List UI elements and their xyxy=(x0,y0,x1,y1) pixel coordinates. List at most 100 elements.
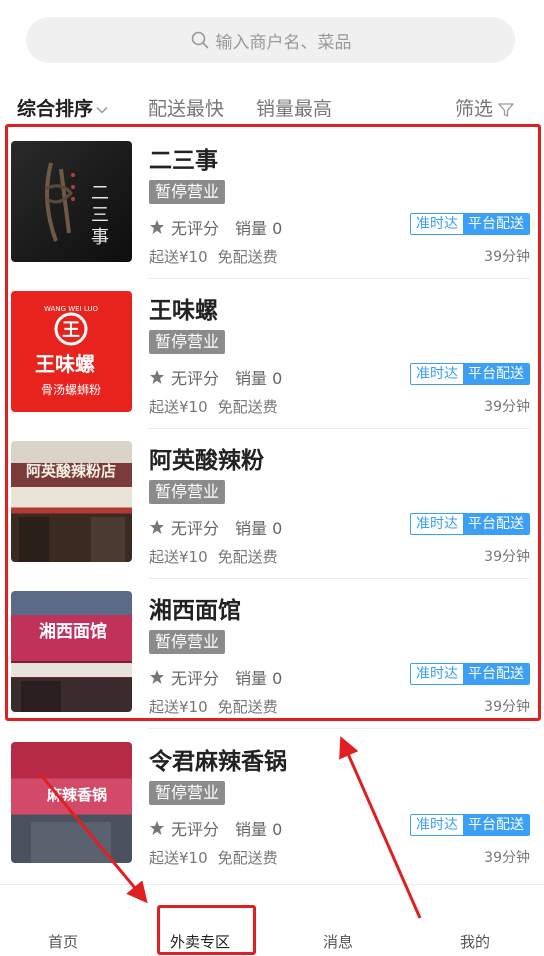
shop-logo-image: 阿英酸辣粉店 xyxy=(11,462,132,562)
fee-row: 起送¥10 免配送费 xyxy=(149,847,278,868)
star-icon xyxy=(150,520,164,534)
shop-logo-image: 麻辣香锅 xyxy=(31,786,111,863)
logo-top-text: WANG WEI LUO xyxy=(44,305,99,313)
divider xyxy=(148,728,530,729)
storefront-sign-text: 阿英酸辣粉店 xyxy=(26,462,116,480)
nav-messages[interactable]: 消息 xyxy=(323,931,353,952)
shop-name: 王味螺 xyxy=(149,298,218,324)
chevron-down-icon xyxy=(96,106,108,114)
rating-row: 无评分 销量 0 xyxy=(149,816,282,840)
delivery-tags: 准时达 平台配送 xyxy=(410,513,530,535)
nav-takeout[interactable]: 外卖专区 xyxy=(170,931,230,952)
sort-dropdown[interactable]: 综合排序 xyxy=(17,92,109,126)
search-bar[interactable]: 输入商户名、菜品 xyxy=(26,17,515,63)
platform-delivery-tag: 平台配送 xyxy=(463,514,529,534)
filter-bar: 综合排序 配送最快 销量最高 筛选 xyxy=(0,92,544,126)
shop-logo-image: 湘西面馆 xyxy=(11,621,132,712)
delivery-fee: 免配送费 xyxy=(217,698,278,716)
rating-text: 无评分 xyxy=(171,669,220,688)
platform-delivery-tag: 平台配送 xyxy=(463,815,529,835)
fee-row: 起送¥10 免配送费 xyxy=(149,546,278,567)
shop-card[interactable]: 湘西面馆 湘西面馆 暂停营业 无评分 销量 0 准时达 平台配送 起送¥10 免配… xyxy=(0,579,544,729)
shop-name: 令君麻辣香锅 xyxy=(149,749,287,775)
shop-logo-image: WANG WEI LUO 王 王味螺 骨汤螺蛳粉 xyxy=(35,305,101,397)
status-badge: 暂停营业 xyxy=(149,630,226,654)
delivery-eta: 39分钟 xyxy=(484,549,530,565)
delivery-tags: 准时达 平台配送 xyxy=(410,814,530,836)
shop-thumbnail: 二 三 事 xyxy=(11,141,132,262)
shop-name: 湘西面馆 xyxy=(149,598,241,624)
delivery-fee: 免配送费 xyxy=(217,849,278,867)
shop-name: 二三事 xyxy=(149,148,218,174)
delivery-fee: 免配送费 xyxy=(217,398,278,416)
platform-delivery-tag: 平台配送 xyxy=(463,214,529,234)
shop-card[interactable]: 麻辣香锅 令君麻辣香锅 暂停营业 无评分 销量 0 准时达 平台配送 起送¥10… xyxy=(0,730,544,880)
delivery-eta: 39分钟 xyxy=(484,399,530,415)
funnel-icon xyxy=(498,102,514,117)
min-order: 起送¥10 xyxy=(149,698,208,716)
delivery-tags: 准时达 平台配送 xyxy=(410,663,530,685)
bottom-nav: 首页 外卖专区 消息 我的 xyxy=(0,884,544,956)
ontime-tag: 准时达 xyxy=(411,815,463,835)
rating-row: 无评分 销量 0 xyxy=(149,665,282,689)
delivery-eta: 39分钟 xyxy=(484,249,530,265)
svg-text:三: 三 xyxy=(91,205,109,226)
sales-count: 销量 0 xyxy=(235,820,283,839)
shop-card[interactable]: WANG WEI LUO 王 王味螺 骨汤螺蛳粉 王味螺 暂停营业 无评分 销量… xyxy=(0,279,544,429)
delivery-eta: 39分钟 xyxy=(484,699,530,715)
star-icon xyxy=(150,821,164,835)
rating-text: 无评分 xyxy=(171,369,220,388)
filter-button[interactable]: 筛选 xyxy=(455,92,515,126)
shop-thumbnail: WANG WEI LUO 王 王味螺 骨汤螺蛳粉 xyxy=(11,291,132,412)
ontime-tag: 准时达 xyxy=(411,364,463,384)
logo-mark-text: 王 xyxy=(62,320,80,341)
search-input[interactable]: 输入商户名、菜品 xyxy=(216,28,352,53)
rating-text: 无评分 xyxy=(171,519,220,538)
fee-row: 起送¥10 免配送费 xyxy=(149,396,278,417)
platform-delivery-tag: 平台配送 xyxy=(463,364,529,384)
delivery-fee: 免配送费 xyxy=(217,548,278,566)
rating-row: 无评分 销量 0 xyxy=(149,215,282,239)
status-badge: 暂停营业 xyxy=(149,180,226,204)
storefront-sign-text: 麻辣香锅 xyxy=(46,786,107,804)
sort-sales-tab[interactable]: 销量最高 xyxy=(256,92,332,126)
min-order: 起送¥10 xyxy=(149,849,208,867)
ontime-tag: 准时达 xyxy=(411,214,463,234)
rating-text: 无评分 xyxy=(171,820,220,839)
sort-label: 综合排序 xyxy=(17,98,94,120)
rating-row: 无评分 销量 0 xyxy=(149,365,282,389)
delivery-tags: 准时达 平台配送 xyxy=(410,363,530,385)
sales-count: 销量 0 xyxy=(235,669,283,688)
sort-fastest-tab[interactable]: 配送最快 xyxy=(148,92,224,126)
shop-name: 阿英酸辣粉 xyxy=(149,448,264,474)
nav-home[interactable]: 首页 xyxy=(48,931,78,952)
shop-card[interactable]: 阿英酸辣粉店 阿英酸辣粉 暂停营业 无评分 销量 0 准时达 平台配送 起送¥1… xyxy=(0,429,544,579)
delivery-fee: 免配送费 xyxy=(217,248,278,266)
search-icon xyxy=(191,31,208,49)
star-icon xyxy=(150,220,164,234)
storefront-sign-text: 湘西面馆 xyxy=(39,621,107,642)
logo-main-text: 王味螺 xyxy=(35,352,95,376)
shop-thumbnail: 湘西面馆 xyxy=(11,591,132,712)
shop-thumbnail: 麻辣香锅 xyxy=(11,742,132,863)
star-icon xyxy=(150,670,164,684)
shop-card[interactable]: 二 三 事 二三事 暂停营业 无评分 销量 0 准时达 平台配送 起送¥10 免配… xyxy=(0,129,544,279)
svg-text:二: 二 xyxy=(91,183,109,204)
star-icon xyxy=(150,370,164,384)
min-order: 起送¥10 xyxy=(149,398,208,416)
min-order: 起送¥10 xyxy=(149,548,208,566)
filter-label: 筛选 xyxy=(455,98,494,120)
ontime-tag: 准时达 xyxy=(411,664,463,684)
status-badge: 暂停营业 xyxy=(149,330,226,354)
status-badge: 暂停营业 xyxy=(149,781,226,805)
nav-mine[interactable]: 我的 xyxy=(460,931,490,952)
rating-row: 无评分 销量 0 xyxy=(149,515,282,539)
shop-logo-image: 二 三 事 xyxy=(44,162,109,248)
sales-count: 销量 0 xyxy=(235,369,283,388)
fee-row: 起送¥10 免配送费 xyxy=(149,696,278,717)
delivery-tags: 准时达 平台配送 xyxy=(410,213,530,235)
ontime-tag: 准时达 xyxy=(411,514,463,534)
rating-text: 无评分 xyxy=(171,219,220,238)
svg-text:事: 事 xyxy=(91,227,109,248)
platform-delivery-tag: 平台配送 xyxy=(463,664,529,684)
